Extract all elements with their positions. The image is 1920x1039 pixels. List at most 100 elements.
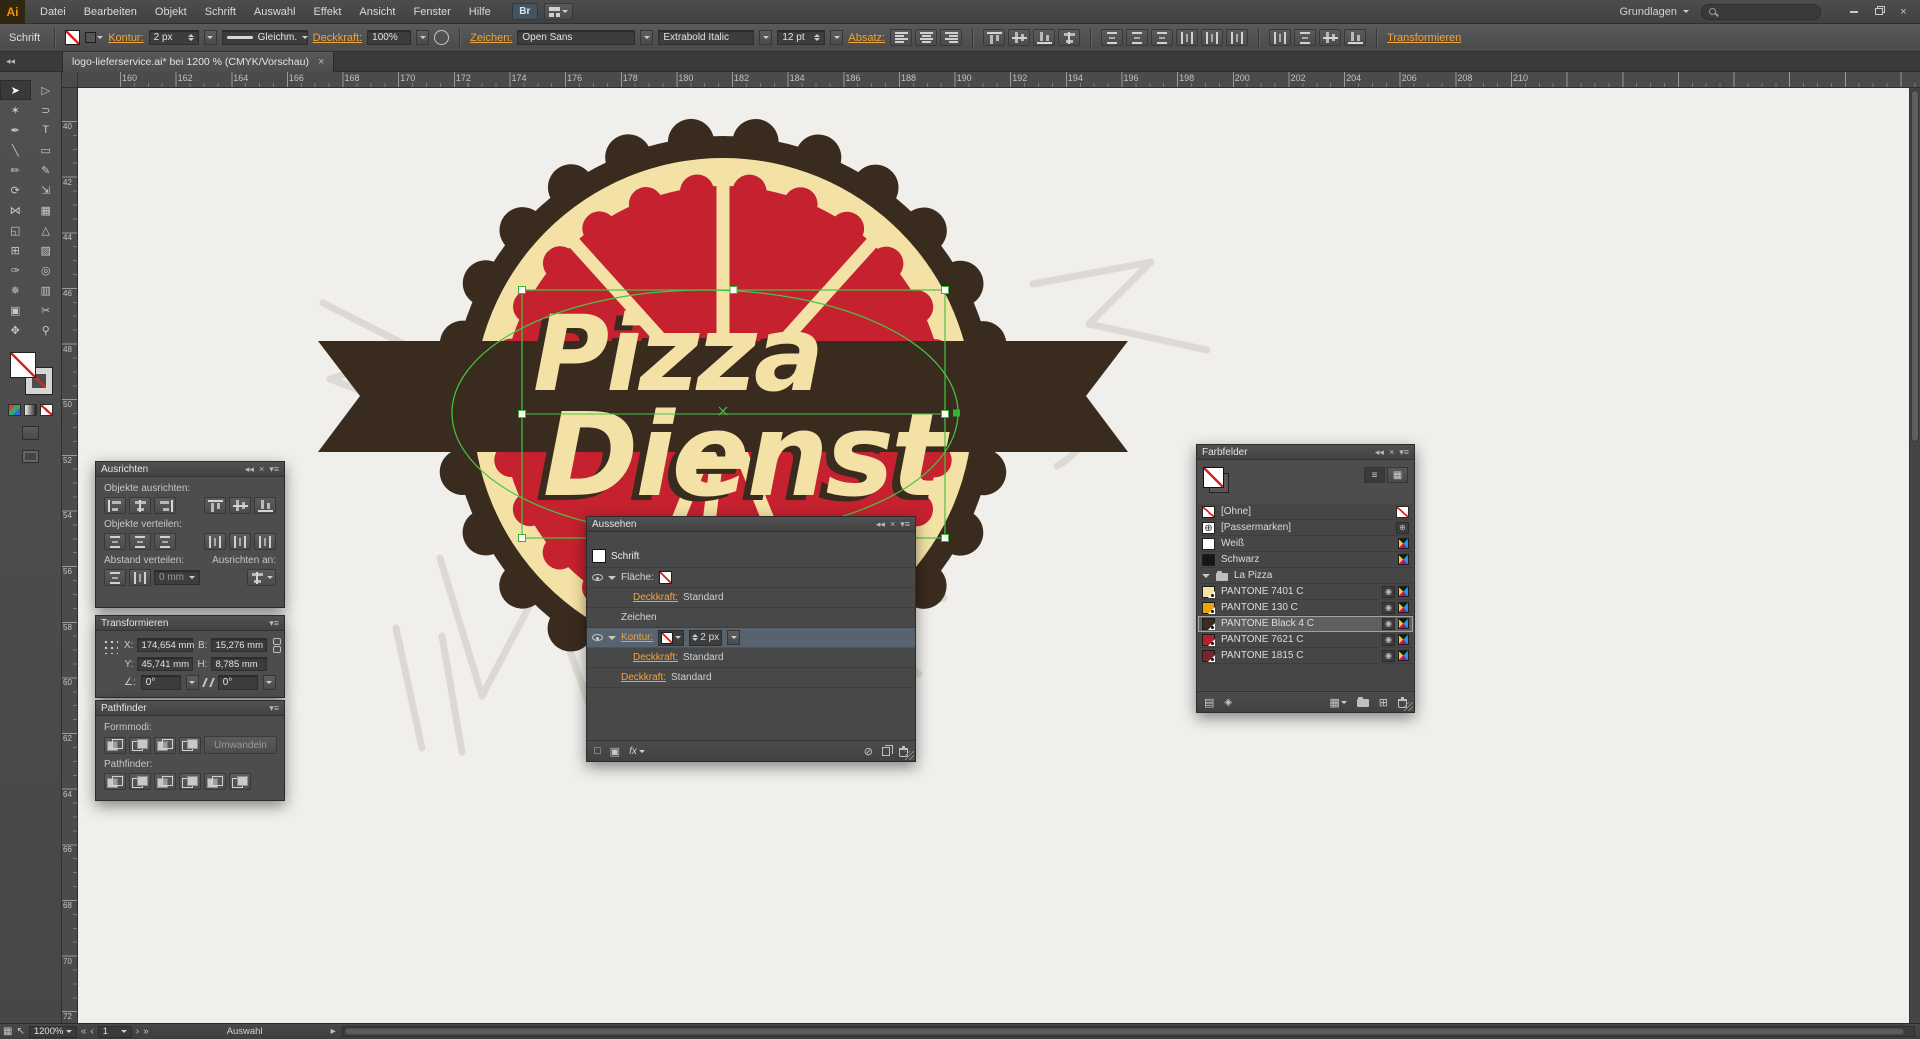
- expand-triangle-icon[interactable]: [1202, 574, 1210, 582]
- search-input[interactable]: [1701, 4, 1821, 20]
- stroke-profile-dropdown[interactable]: Gleichm.: [222, 30, 308, 45]
- divide-button[interactable]: [104, 773, 126, 790]
- align-right-button[interactable]: [154, 497, 176, 514]
- panel-header[interactable]: Pathfinder ▾≡: [96, 701, 284, 716]
- panel-menu-icon[interactable]: ▾≡: [900, 520, 910, 529]
- x-position-field[interactable]: 174,654 mm: [137, 638, 193, 652]
- trim-button[interactable]: [129, 773, 151, 790]
- menu-ansicht[interactable]: Ansicht: [350, 0, 404, 24]
- distribute-bottom-button[interactable]: [154, 533, 176, 550]
- list-view-button[interactable]: ≡: [1364, 467, 1385, 483]
- stepper-icon[interactable]: [814, 31, 820, 44]
- height-field[interactable]: 8,785 mm: [211, 657, 267, 671]
- artboard-number-field[interactable]: 1: [98, 1026, 132, 1038]
- document-tab[interactable]: logo-lieferservice.ai* bei 1200 % (CMYK/…: [62, 52, 334, 72]
- align-top-button[interactable]: [983, 29, 1005, 46]
- eyedropper-tool-button[interactable]: ✑: [0, 260, 31, 280]
- width-field[interactable]: 15,276 mm: [211, 638, 267, 652]
- horizontal-scroll-thumb[interactable]: [345, 1028, 1904, 1035]
- grid-view-button[interactable]: ▦: [1387, 467, 1408, 483]
- restore-button[interactable]: [1866, 3, 1891, 21]
- align-bottom-button[interactable]: [1033, 29, 1055, 46]
- reference-point-locator[interactable]: [102, 638, 118, 654]
- align-stroke-bottom-button[interactable]: [1344, 29, 1366, 46]
- swatch-row-la-pizza[interactable]: La Pizza: [1198, 568, 1413, 584]
- arrange-documents-button[interactable]: [544, 3, 573, 20]
- screen-mode-button[interactable]: [22, 450, 39, 463]
- first-artboard-icon[interactable]: «: [81, 1027, 87, 1037]
- collapse-panel-icon[interactable]: ◂◂: [1375, 448, 1384, 457]
- new-swatch-icon[interactable]: ⊞: [1379, 696, 1388, 709]
- distribute-center-button[interactable]: [1201, 29, 1223, 46]
- document-setup-icon[interactable]: [434, 30, 449, 45]
- new-fill-icon[interactable]: ▣: [610, 745, 620, 758]
- collapse-panel-icon[interactable]: ◂◂: [245, 465, 254, 474]
- pencil-tool-button[interactable]: ✎: [31, 160, 62, 180]
- character-link[interactable]: Zeichen:: [470, 32, 512, 44]
- zoom-level-field[interactable]: 1200%: [29, 1026, 77, 1038]
- free-transform-tool-button[interactable]: ▦: [31, 200, 62, 220]
- swatch-row-pantone-7621-c[interactable]: PANTONE 7621 C◉: [1198, 632, 1413, 648]
- menu-fenster[interactable]: Fenster: [404, 0, 459, 24]
- stroke-color-control[interactable]: [85, 32, 103, 43]
- perspective-grid-tool-button[interactable]: △: [31, 220, 62, 240]
- menu-schrift[interactable]: Schrift: [196, 0, 245, 24]
- horizontal-scrollbar[interactable]: [342, 1026, 1915, 1037]
- collapse-panel-icon[interactable]: ◂◂: [876, 520, 885, 529]
- distribute-vspace-button[interactable]: [104, 569, 126, 586]
- panel-header[interactable]: Ausrichten ◂◂ × ▾≡: [96, 462, 284, 477]
- close-panel-icon[interactable]: ×: [890, 520, 895, 529]
- align-middle-button[interactable]: [1008, 29, 1030, 46]
- appearance-object-row[interactable]: Schrift: [587, 545, 915, 568]
- expand-triangle-icon[interactable]: [608, 636, 616, 644]
- ruler-origin-corner[interactable]: [62, 72, 78, 88]
- opacity-dropdown[interactable]: [416, 30, 429, 45]
- distribute-space-horizontal-button[interactable]: [1294, 29, 1316, 46]
- close-panel-icon[interactable]: ×: [259, 465, 264, 474]
- font-family-dropdown[interactable]: Open Sans: [517, 30, 635, 45]
- none-mode-icon[interactable]: [40, 404, 53, 416]
- gradient-mode-icon[interactable]: [24, 404, 37, 416]
- scale-tool-button[interactable]: ⇲: [31, 180, 62, 200]
- gradient-tool-button[interactable]: ▨: [31, 240, 62, 260]
- minus-front-button[interactable]: [129, 737, 151, 754]
- swatch-row-pantone-black-4-c[interactable]: PANTONE Black 4 C◉: [1198, 616, 1413, 632]
- distribute-hspace-button[interactable]: [129, 569, 151, 586]
- close-panel-icon[interactable]: ×: [1389, 448, 1394, 457]
- magic-wand-tool-button[interactable]: ✶: [0, 100, 31, 120]
- color-mode-icon[interactable]: [8, 404, 21, 416]
- zoom-tool-button[interactable]: ⚲: [31, 320, 62, 340]
- distribute-bottom-button[interactable]: [1151, 29, 1173, 46]
- hand-tool-button[interactable]: ✥: [0, 320, 31, 340]
- close-button[interactable]: ×: [1891, 3, 1916, 21]
- swatch-row-schwarz[interactable]: Schwarz: [1198, 552, 1413, 568]
- appearance-stroke-row[interactable]: Kontur: 2 px: [587, 628, 915, 648]
- shear-dropdown[interactable]: [263, 675, 276, 690]
- symbol-sprayer-tool-button[interactable]: ✵: [0, 280, 31, 300]
- status-expand-icon[interactable]: ▸: [331, 1027, 336, 1037]
- appearance-stroke-opacity-row[interactable]: Deckkraft: Standard: [587, 648, 915, 668]
- distribute-right-button[interactable]: [1226, 29, 1248, 46]
- unite-button[interactable]: [104, 737, 126, 754]
- distribute-middle-button[interactable]: [1126, 29, 1148, 46]
- fill-color-swatch[interactable]: [65, 30, 80, 45]
- spacing-value-field[interactable]: 0 mm: [154, 570, 200, 585]
- font-size-caret[interactable]: [830, 30, 843, 45]
- distribute-top-button[interactable]: [104, 533, 126, 550]
- stroke-weight-dropdown[interactable]: [204, 30, 217, 45]
- distribute-left-button[interactable]: [204, 533, 226, 550]
- constrain-proportions-icon[interactable]: [273, 638, 281, 653]
- font-style-dropdown[interactable]: Extrabold Italic: [658, 30, 754, 45]
- distribute-vertical-center-button[interactable]: [129, 533, 151, 550]
- swatch-row-pantone-130-c[interactable]: PANTONE 130 C◉: [1198, 600, 1413, 616]
- swatch-row-passermarken[interactable]: [Passermarken]⊕: [1198, 520, 1413, 536]
- menu-objekt[interactable]: Objekt: [146, 0, 196, 24]
- vertical-ruler[interactable]: 4042444648505254565860626466687072: [62, 88, 78, 1023]
- new-stroke-icon[interactable]: □: [594, 745, 601, 757]
- opacity-link[interactable]: Deckkraft:: [621, 672, 666, 683]
- outline-button[interactable]: [204, 773, 226, 790]
- vertical-scroll-thumb[interactable]: [1911, 90, 1919, 442]
- add-effect-button[interactable]: fx: [629, 746, 645, 757]
- stroke-swatch-dropdown[interactable]: [658, 630, 684, 646]
- stroke-row-label[interactable]: Kontur:: [621, 632, 653, 643]
